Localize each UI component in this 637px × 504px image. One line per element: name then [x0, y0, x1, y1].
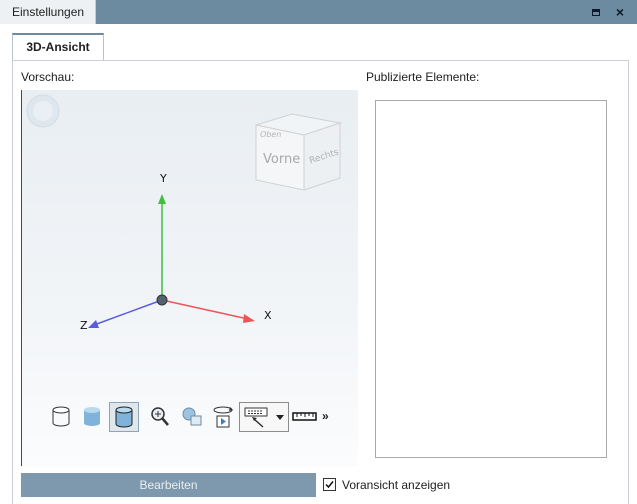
cube-front-label: Vorne — [263, 152, 301, 167]
x-axis-label: X — [264, 309, 272, 322]
measure-icon[interactable] — [292, 404, 317, 430]
show-preview-label: Voransicht anzeigen — [342, 478, 451, 492]
show-preview-checkbox[interactable] — [323, 478, 336, 491]
published-elements-list[interactable] — [375, 100, 607, 458]
window-tab-title[interactable]: Einstellungen — [0, 0, 96, 24]
preview-label: Vorschau: — [21, 70, 75, 84]
view-select-icon — [244, 407, 268, 428]
edit-button[interactable]: Bearbeiten — [21, 473, 316, 497]
z-axis-line — [93, 299, 163, 326]
published-elements-label: Publizierte Elemente: — [366, 70, 480, 84]
maximize-icon[interactable] — [588, 4, 604, 20]
checkmark-icon — [325, 481, 334, 489]
rotate-icon[interactable] — [211, 404, 235, 430]
navigation-sphere-icon — [26, 94, 60, 128]
view-select-dropdown[interactable] — [239, 402, 289, 432]
zoom-icon[interactable] — [148, 404, 172, 430]
x-axis-arrow — [243, 314, 255, 323]
cylinder-outline-icon[interactable] — [49, 404, 73, 430]
y-axis-arrow — [158, 194, 166, 204]
tab-strip: 3D-Ansicht — [0, 24, 637, 61]
close-icon[interactable]: × — [612, 4, 628, 20]
title-bar: Einstellungen × — [0, 0, 637, 24]
x-axis-line — [161, 299, 249, 320]
zoom-window-icon[interactable] — [180, 404, 204, 430]
z-axis-arrow — [88, 320, 99, 328]
origin-marker — [156, 294, 168, 306]
z-axis-label: Z — [80, 319, 88, 332]
cylinder-shaded-icon[interactable] — [80, 404, 104, 430]
cylinder-shaded-edges-icon[interactable] — [109, 402, 139, 432]
y-axis-label: Y — [160, 172, 167, 185]
tab-3d-ansicht[interactable]: 3D-Ansicht — [12, 33, 104, 61]
toolbar-overflow-button[interactable]: » — [322, 409, 329, 423]
cube-top-label: Oben — [259, 130, 283, 139]
chevron-down-icon — [276, 415, 284, 420]
